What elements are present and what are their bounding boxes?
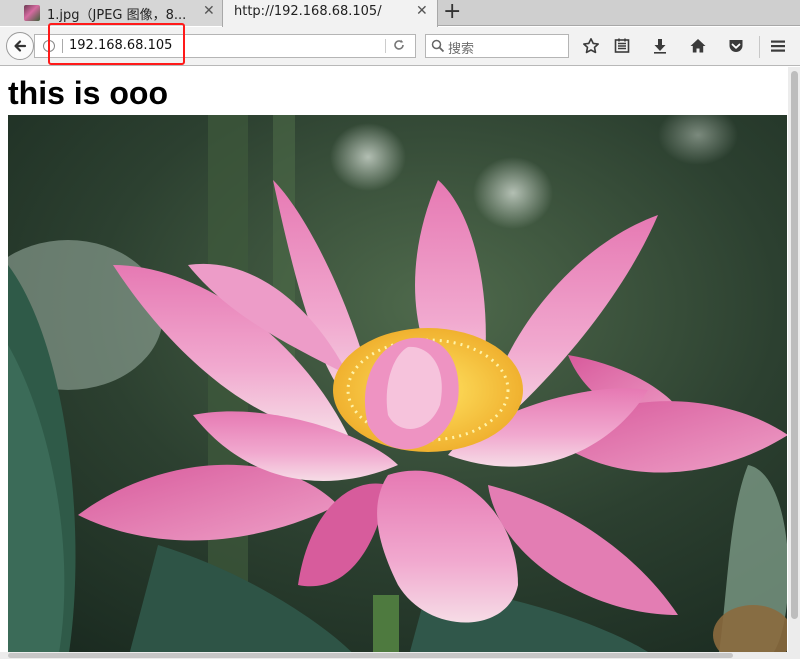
search-input[interactable]: 搜索	[448, 38, 474, 57]
lotus-thumbnail-icon	[24, 5, 40, 21]
close-icon[interactable]: ✕	[203, 3, 215, 19]
home-icon[interactable]	[687, 35, 709, 57]
download-icon[interactable]	[649, 35, 671, 57]
url-separator	[385, 39, 386, 53]
url-highlight-annotation	[48, 23, 185, 65]
page-heading: this is ooo	[8, 75, 168, 111]
reading-list-icon[interactable]	[611, 35, 633, 57]
vertical-scrollbar[interactable]	[788, 67, 800, 659]
page-content: this is ooo	[0, 67, 788, 659]
new-tab-button[interactable]: +	[443, 0, 461, 24]
tab-title: http://192.168.68.105/	[234, 4, 382, 19]
horizontal-scrollbar[interactable]	[0, 652, 788, 659]
bookmark-star-icon[interactable]	[580, 35, 602, 57]
close-icon[interactable]: ✕	[416, 3, 428, 19]
tab-active[interactable]: http://192.168.68.105/ ✕	[222, 0, 438, 27]
back-arrow-icon	[14, 40, 27, 52]
lotus-photo	[8, 115, 787, 659]
pocket-icon[interactable]	[725, 35, 747, 57]
search-box[interactable]: 搜索	[425, 34, 569, 58]
hamburger-menu-icon[interactable]	[767, 35, 789, 57]
tab-title: 1.jpg（JPEG 图像，8...	[47, 8, 187, 23]
reload-icon[interactable]	[392, 38, 406, 56]
horizontal-scroll-thumb[interactable]	[8, 653, 733, 658]
vertical-scroll-thumb[interactable]	[791, 71, 798, 619]
toolbar-separator	[759, 36, 760, 58]
back-button[interactable]	[6, 32, 34, 60]
search-icon	[431, 39, 445, 53]
